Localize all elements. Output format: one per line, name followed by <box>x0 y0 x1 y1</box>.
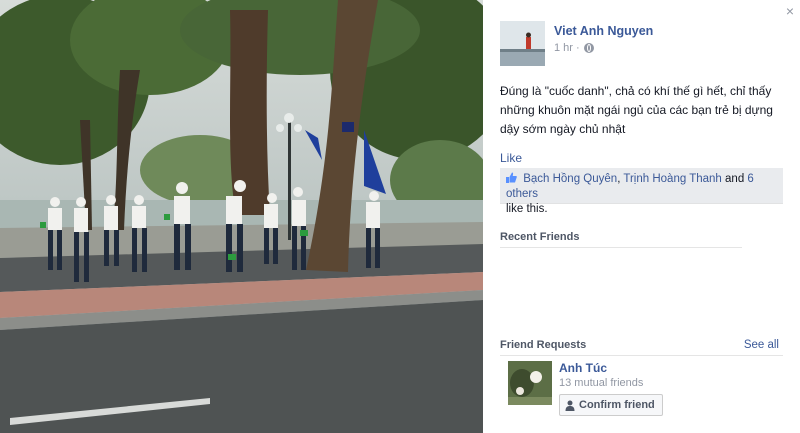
street-photo-image <box>0 0 483 433</box>
photo-side-panel: × Viet Anh Nguyen 1 hr · Đúng là "cuốc d… <box>483 0 800 433</box>
likes-summary: Bạch Hồng Quyên, Trịnh Hoàng Thanh and 6… <box>500 168 783 215</box>
liker-link-1[interactable]: Bạch Hồng Quyên <box>523 173 617 185</box>
confirm-friend-button[interactable]: Confirm friend <box>559 394 663 416</box>
post-photo[interactable] <box>0 0 483 433</box>
mutual-friends-link[interactable]: 13 mutual friends <box>559 377 663 389</box>
author-name-link[interactable]: Viet Anh Nguyen <box>554 24 653 38</box>
confirm-friend-label: Confirm friend <box>579 399 655 411</box>
close-icon[interactable]: × <box>786 4 794 18</box>
friend-request-item: Anh Túc 13 mutual friends Confirm friend <box>508 361 663 416</box>
requester-meta: Anh Túc 13 mutual friends Confirm friend <box>559 361 663 416</box>
thumbs-up-icon <box>506 172 517 183</box>
see-all-link[interactable]: See all <box>744 339 779 351</box>
post-time: 1 hr · <box>554 42 653 54</box>
globe-icon[interactable] <box>583 43 594 53</box>
friend-requests-title: Friend Requests <box>500 339 587 351</box>
like-button[interactable]: Like <box>500 151 522 165</box>
friend-requests-divider <box>500 355 783 356</box>
post-time-text[interactable]: 1 hr · <box>554 42 580 54</box>
requester-name-link[interactable]: Anh Túc <box>559 361 663 375</box>
likes-and: and <box>721 173 748 185</box>
author-avatar[interactable] <box>500 21 545 66</box>
likes-suffix: like this. <box>506 203 548 215</box>
avatar-image <box>500 21 545 66</box>
requester-avatar[interactable] <box>508 361 552 405</box>
requester-avatar-image <box>508 361 552 405</box>
add-friend-icon <box>565 400 575 411</box>
author-meta: Viet Anh Nguyen 1 hr · <box>554 24 653 66</box>
post-author: Viet Anh Nguyen 1 hr · <box>500 21 653 66</box>
recent-friends-divider <box>500 247 742 248</box>
post-caption: Đúng là "cuốc danh", chả có khí thế gì h… <box>500 84 773 136</box>
recent-friends-title: Recent Friends <box>500 231 580 243</box>
liker-link-2[interactable]: Trịnh Hoàng Thanh <box>623 173 721 185</box>
